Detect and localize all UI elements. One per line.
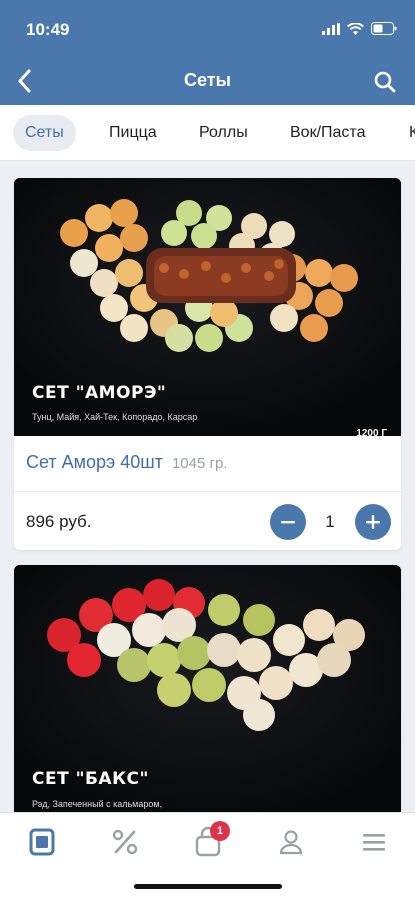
tabbar-more[interactable] [354,827,394,857]
image-subtitle: Тунц, Майя, Хай-Тек, Копорадо, Карсар [32,412,198,422]
tab-next[interactable]: К [397,115,415,151]
product-price: 896 руб. [26,512,92,531]
tab-pizza[interactable]: Пицца [97,115,169,151]
battery-icon [371,22,397,35]
tab-wok-pasta[interactable]: Вок/Паста [278,115,377,151]
image-weight-label: 1200 Г [356,428,387,436]
wifi-icon [347,22,364,35]
tabbar-menu[interactable] [22,827,62,857]
product-image[interactable]: СЕТ "АМОРЭ" Тунц, Майя, Хай-Тек, Копорад… [14,178,401,436]
plus-icon [366,515,380,529]
product-name-text: Сет Аморэ 40шт [26,452,163,472]
nav-bar: Сеты [0,58,415,105]
category-tabs: Сеты Пицца Роллы Вок/Паста К [0,105,415,161]
tabbar-cart[interactable]: 1 [188,821,230,857]
product-image[interactable]: СЕТ "БАКС" Рэд, Запеченный с кальмаром, [14,565,401,825]
tab-sets[interactable]: Сеты [13,115,76,151]
search-button[interactable] [367,64,403,100]
product-card[interactable]: СЕТ "АМОРЭ" Тунц, Майя, Хай-Тек, Копорад… [14,178,401,550]
cart-badge: 1 [210,821,230,841]
decrease-quantity-button[interactable] [270,504,306,540]
hamburger-icon [363,834,385,851]
tabbar-profile[interactable] [271,827,311,857]
status-bar: 10:49 [0,0,415,58]
image-title: СЕТ "АМОРЭ" [32,383,167,403]
user-icon [279,830,303,855]
increase-quantity-button[interactable] [355,504,391,540]
product-name[interactable]: Сет Аморэ 40шт 1045 гр. [26,452,228,473]
price-row: 896 руб. 1 [14,492,401,550]
home-indicator [134,884,282,889]
percent-icon [112,829,138,855]
status-icons [322,22,397,35]
product-card[interactable]: СЕТ "БАКС" Рэд, Запеченный с кальмаром, [14,565,401,825]
tabbar-promotions[interactable] [105,827,145,857]
page-title: Сеты [184,70,231,90]
search-icon [374,71,396,93]
status-time: 10:49 [26,20,70,39]
app-header: 10:49 Сеты [0,0,415,105]
quantity-value: 1 [325,512,335,531]
product-weight: 1045 гр. [171,455,228,472]
product-name-row: Сет Аморэ 40шт 1045 гр. [14,436,401,492]
tab-rolls[interactable]: Роллы [187,115,260,151]
image-subtitle: Рэд, Запеченный с кальмаром, [32,799,163,809]
image-title: СЕТ "БАКС" [32,769,149,789]
minus-icon [281,521,295,524]
signal-icon [322,22,340,35]
menu-book-icon [29,828,55,856]
